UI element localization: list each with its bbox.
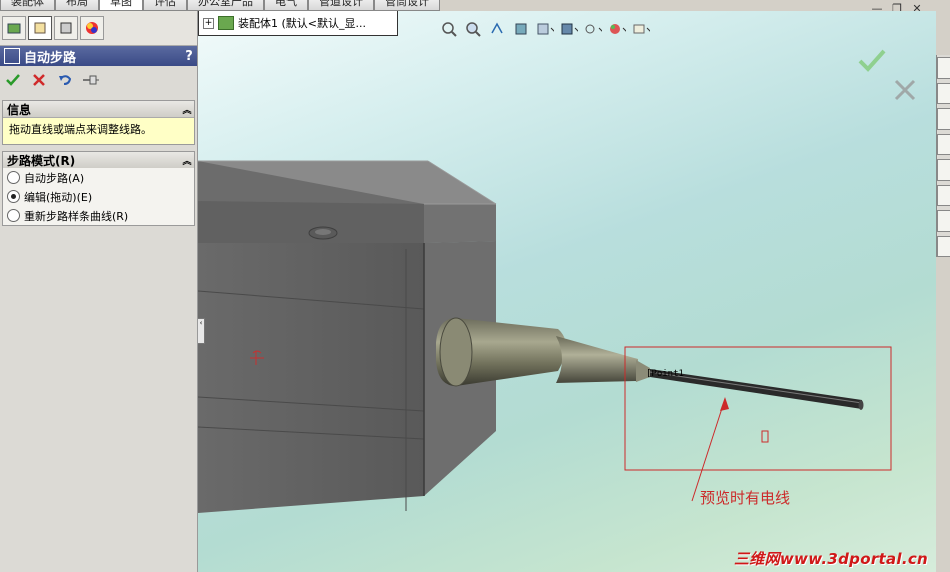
lid-side [424,204,496,243]
connector-face [439,317,473,387]
radio-reroute-spline-label[interactable]: 重新步路样条曲线(R) [24,208,128,224]
task-pane-custom-props-icon[interactable] [937,210,950,232]
info-group-title: 信息 [7,102,32,117]
graphics-viewport[interactable] [198,11,936,572]
property-manager-panel: 自动步路 ? 信息 ︽ 拖动直线或端点来调整线路。 步路模式(R) ︽ 自动步路… [0,11,198,572]
edit-appearance-icon[interactable] [608,20,626,38]
scene-icon[interactable] [632,20,650,38]
assembly-icon [218,16,234,30]
radio-edit-drag-circle[interactable] [7,190,20,203]
task-pane-resources-icon[interactable] [937,82,950,104]
hide-show-icon[interactable] [584,20,602,38]
display-manager-tab-icon[interactable] [80,16,104,40]
page-title: 自动步路 [24,50,77,66]
radio-edit-drag[interactable]: 编辑(拖动)(E) [3,187,194,206]
tab-evaluate[interactable]: 评估 [143,0,187,11]
viewport-cancel-icon [894,79,916,101]
cancel-button[interactable] [30,71,48,89]
tab-layout[interactable]: 布局 [55,0,99,11]
route-mode-group-title: 步路模式(R) [7,153,76,168]
undo-button[interactable] [56,71,74,89]
task-pane-routing-icon[interactable] [937,235,950,257]
radio-auto-route-label[interactable]: 自动步路(A) [24,170,84,186]
chevron-up-icon[interactable]: ︽ [180,154,194,167]
radio-edit-drag-label[interactable]: 编辑(拖动)(E) [24,189,92,205]
info-message: 拖动直线或端点来调整线路。 [3,117,194,144]
display-style-icon[interactable] [560,20,578,38]
feature-tree-tab-icon[interactable] [2,16,26,40]
radio-reroute-spline-circle[interactable] [7,209,20,222]
radio-auto-route-circle[interactable] [7,171,20,184]
feature-tree-flyout[interactable]: + 装配体1 (默认<默认_显... [198,11,398,36]
auto-route-icon [4,48,20,64]
feature-manager-tabs [0,11,197,46]
connector-cone [556,336,638,383]
pin-button[interactable] [82,71,100,89]
route-mode-group-header[interactable]: 步路模式(R) ︽ [3,152,194,168]
info-group: 信息 ︽ 拖动直线或端点来调整线路。 [2,100,195,145]
radio-reroute-spline[interactable]: 重新步路样条曲线(R) [3,206,194,225]
task-pane-tabs [936,55,950,257]
ok-button[interactable] [4,71,22,89]
tree-expander[interactable]: + [203,17,214,29]
command-manager-tabs: 装配体 布局 草图 评估 办公室产品 电气 管道设计 管筒设计 [0,0,520,11]
tab-piping[interactable]: 管道设计 [308,0,374,11]
tab-assembly[interactable]: 装配体 [0,0,55,11]
tab-office-products[interactable]: 办公室产品 [187,0,264,11]
preview-frame [624,346,892,471]
help-button[interactable]: ? [181,49,197,64]
route-mode-group: 步路模式(R) ︽ 自动步路(A) 编辑(拖动)(E) 重新步路样条曲线(R) [2,151,195,226]
task-pane-home-icon[interactable] [937,57,950,79]
property-manager-actions [0,66,197,94]
view-orientation-icon[interactable] [536,20,554,38]
preview-cursor-marker [761,430,769,443]
configuration-tab-icon[interactable] [54,16,78,40]
tree-root-label[interactable]: 装配体1 (默认<默认_显... [238,15,366,31]
annotation-arrow [691,398,726,502]
task-pane-explorer-icon[interactable] [937,133,950,155]
annotation-text: 预览时有电线 [700,489,791,507]
tab-electrical[interactable]: 电气 [264,0,308,11]
property-manager-tab-icon[interactable] [28,16,52,40]
chevron-up-icon[interactable]: ︽ [180,103,194,116]
zoom-area-icon[interactable] [464,20,482,38]
previous-view-icon[interactable] [488,20,506,38]
box-front [198,243,424,513]
task-pane-library-icon[interactable] [937,108,950,130]
property-manager-header: 自动步路 ? [0,46,197,66]
scene-svg [198,49,916,513]
task-pane-view-palette-icon[interactable] [937,159,950,181]
watermark: 三维网www.3dportal.cn [734,550,929,568]
radio-auto-route[interactable]: 自动步路(A) [3,168,194,187]
tab-tubing[interactable]: 管筒设计 [374,0,440,11]
info-group-header[interactable]: 信息 ︽ [3,101,194,117]
viewport-ok-icon [858,49,886,72]
section-view-icon[interactable] [512,20,530,38]
zoom-to-fit-icon[interactable] [440,20,458,38]
view-toolbar [440,17,650,41]
panel-collapse-handle[interactable]: ‹ [197,318,205,344]
point-label: [Point1 [646,369,684,379]
task-pane-appearances-icon[interactable] [937,184,950,206]
tab-sketch[interactable]: 草图 [99,0,143,11]
